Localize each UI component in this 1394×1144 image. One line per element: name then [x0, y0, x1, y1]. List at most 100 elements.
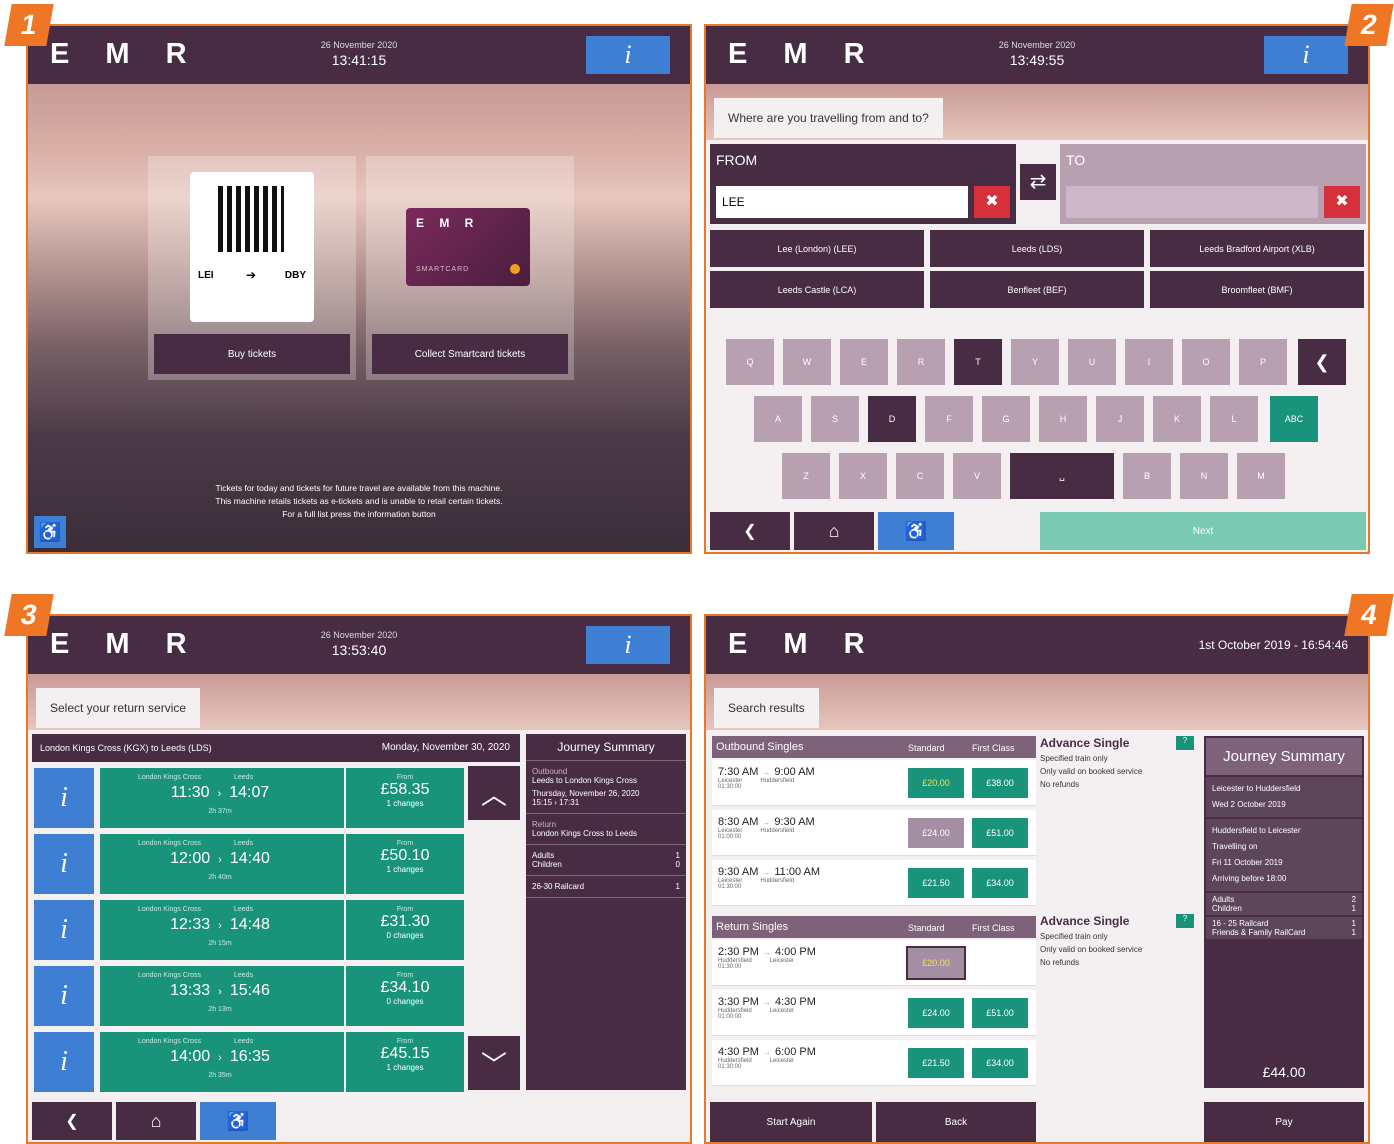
key-s[interactable]: S — [811, 396, 859, 442]
key-f[interactable]: F — [925, 396, 973, 442]
arrival-time: 4:30 PM — [774, 996, 816, 1008]
first-class-fare-button[interactable]: £34.00 — [970, 1046, 1030, 1080]
help-icon[interactable]: ? — [1176, 914, 1194, 928]
info-button[interactable]: i — [1264, 36, 1348, 74]
advance-info-out: Advance Single ? Specified train only On… — [1040, 736, 1202, 896]
key-q[interactable]: Q — [726, 339, 774, 385]
first-class-fare-button[interactable]: £51.00 — [970, 816, 1030, 850]
next-button[interactable]: Next — [1040, 512, 1366, 550]
departure-time: 9:30 AM — [718, 866, 759, 878]
help-icon[interactable]: ? — [1176, 736, 1194, 750]
service-info-button[interactable]: i — [34, 1032, 94, 1092]
service-option[interactable]: London Kings Cross Leeds 12:33 › 14:48 2h 15m… — [100, 900, 464, 960]
backspace-key[interactable]: ❮ — [1298, 339, 1346, 385]
key-e[interactable]: E — [840, 339, 888, 385]
journey-times: 4:30 PM → 6:00 PM Huddersfield Leicester 01:3… — [718, 1046, 816, 1070]
standard-fare-button[interactable]: £20.00 — [906, 766, 966, 800]
datetime: 1st October 2019 - 16:54:46 — [1198, 638, 1348, 652]
service-option[interactable]: London Kings Cross Leeds 14:00 › 16:35 2h 35m… — [100, 1032, 464, 1092]
service-times: 12:00 › 14:40 — [100, 850, 340, 868]
outbound-header: Outbound Singles Standard First Class — [712, 736, 1036, 758]
key-k[interactable]: K — [1153, 396, 1201, 442]
standard-fare-button[interactable]: £24.00 — [906, 816, 966, 850]
service-option[interactable]: London Kings Cross Leeds 11:30 › 14:07 2h 37m… — [100, 768, 464, 828]
buy-card[interactable]: LEI ➔ DBY Buy tickets — [148, 156, 356, 380]
clear-to-button[interactable]: ✖ — [1324, 186, 1360, 218]
first-class-fare-button[interactable]: £34.00 — [970, 866, 1030, 900]
collect-card[interactable]: E M R SMARTCARD Collect Smartcard ticket… — [366, 156, 574, 380]
station-suggestion[interactable]: Lee (London) (LEE) — [710, 230, 924, 267]
key-j[interactable]: J — [1096, 396, 1144, 442]
accessibility-button[interactable]: ♿ — [200, 1102, 276, 1140]
ret-arrive: Arriving before 18:00 — [1212, 874, 1287, 883]
first-class-fare-button[interactable]: £38.00 — [970, 766, 1030, 800]
key-m[interactable]: M — [1237, 453, 1285, 499]
service-info-button[interactable]: i — [34, 900, 94, 960]
back-button[interactable]: Back — [876, 1102, 1036, 1142]
info-button[interactable]: i — [586, 626, 670, 664]
collect-smartcard-button[interactable]: Collect Smartcard tickets — [372, 334, 568, 374]
back-button[interactable]: ❮ — [710, 512, 790, 550]
standard-fare-button[interactable]: £24.00 — [906, 996, 966, 1030]
scroll-up-button[interactable]: ︿ — [468, 766, 520, 820]
key-n[interactable]: N — [1180, 453, 1228, 499]
key-w[interactable]: W — [783, 339, 831, 385]
abc-key[interactable]: ABC — [1270, 396, 1318, 442]
space-key[interactable]: ␣ — [1010, 453, 1114, 499]
key-d[interactable]: D — [868, 396, 916, 442]
accessibility-button[interactable]: ♿ — [34, 516, 66, 548]
first-class-fare-button[interactable]: £51.00 — [970, 996, 1030, 1030]
standard-fare-button[interactable]: £21.50 — [906, 1046, 966, 1080]
key-y[interactable]: Y — [1011, 339, 1059, 385]
key-i[interactable]: I — [1125, 339, 1173, 385]
chevron-down-icon: ﹀ — [480, 1049, 507, 1080]
station-suggestion[interactable]: Leeds Castle (LCA) — [710, 271, 924, 308]
key-l[interactable]: L — [1210, 396, 1258, 442]
scroll-down-button[interactable]: ﹀ — [468, 1036, 520, 1090]
key-r[interactable]: R — [897, 339, 945, 385]
arrow-icon: → — [762, 868, 771, 877]
service-option[interactable]: London Kings Cross Leeds 12:00 › 14:40 2h 40m… — [100, 834, 464, 894]
from-input[interactable]: LEE — [716, 186, 968, 218]
service-info-button[interactable]: i — [34, 834, 94, 894]
service-option[interactable]: London Kings Cross Leeds 13:33 › 15:46 2h 13m… — [100, 966, 464, 1026]
swap-stations-button[interactable]: ⇄ — [1020, 164, 1056, 200]
departure-station: London Kings Cross — [138, 774, 202, 781]
standard-fare-button[interactable]: £20.00 — [906, 946, 966, 980]
buy-tickets-button[interactable]: Buy tickets — [154, 334, 350, 374]
standard-fare-button[interactable]: £21.50 — [906, 866, 966, 900]
summary-return: Huddersfield to Leicester Travelling on Fr… — [1206, 819, 1362, 891]
clear-from-button[interactable]: ✖ — [974, 186, 1010, 218]
accessibility-button[interactable]: ♿ — [878, 512, 954, 550]
home-button[interactable]: ⌂ — [794, 512, 874, 550]
key-z[interactable]: Z — [782, 453, 830, 499]
key-u[interactable]: U — [1068, 339, 1116, 385]
changes: 1 changes — [386, 865, 424, 874]
key-g[interactable]: G — [982, 396, 1030, 442]
station-suggestion[interactable]: Leeds (LDS) — [930, 230, 1144, 267]
service-times: 12:33 › 14:48 — [100, 916, 340, 934]
key-a[interactable]: A — [754, 396, 802, 442]
key-v[interactable]: V — [953, 453, 1001, 499]
key-x[interactable]: X — [839, 453, 887, 499]
key-o[interactable]: O — [1182, 339, 1230, 385]
service-info-button[interactable]: i — [34, 768, 94, 828]
pay-button[interactable]: Pay — [1204, 1102, 1364, 1142]
station-suggestion[interactable]: Leeds Bradford Airport (XLB) — [1150, 230, 1364, 267]
arrow-icon: › — [218, 854, 222, 866]
key-p[interactable]: P — [1239, 339, 1287, 385]
to-input[interactable] — [1066, 186, 1318, 218]
key-h[interactable]: H — [1039, 396, 1087, 442]
duration: 2h 37m — [208, 808, 232, 815]
start-again-button[interactable]: Start Again — [710, 1102, 872, 1142]
children-label: Children — [532, 860, 562, 869]
home-button[interactable]: ⌂ — [116, 1102, 196, 1140]
key-t[interactable]: T — [954, 339, 1002, 385]
key-c[interactable]: C — [896, 453, 944, 499]
station-suggestion[interactable]: Benfleet (BEF) — [930, 271, 1144, 308]
info-button[interactable]: i — [586, 36, 670, 74]
service-info-button[interactable]: i — [34, 966, 94, 1026]
station-suggestion[interactable]: Broomfleet (BMF) — [1150, 271, 1364, 308]
back-button[interactable]: ❮ — [32, 1102, 112, 1140]
key-b[interactable]: B — [1123, 453, 1171, 499]
